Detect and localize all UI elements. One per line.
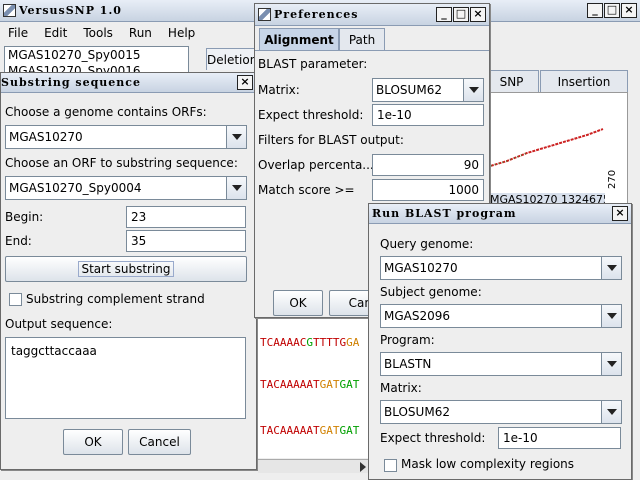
list-item[interactable]: MGAS10270_Spy0015	[5, 47, 188, 63]
sequence-row: TCAAAACGTTTTGGA	[260, 336, 360, 349]
menu-file[interactable]: File	[0, 26, 36, 40]
snp-plot: MGAS10270 1324675 270	[486, 92, 628, 212]
sequence-panel: TCAAAACGTTTTGGA TACAAAAATGATGAT TACAAAAA…	[258, 318, 368, 458]
complement-label: Substring complement strand	[26, 292, 205, 306]
query-genome-label: Query genome:	[380, 237, 474, 251]
orf-select[interactable]: MGAS10270_Spy0004	[5, 176, 247, 200]
end-field[interactable]: 35	[126, 230, 246, 252]
run-blast-dialog: Run BLAST program × Query genome: MGAS10…	[368, 203, 632, 480]
minimize-icon[interactable]: _	[587, 3, 603, 18]
app-icon	[258, 8, 271, 21]
sequence-scrollbar[interactable]	[258, 459, 368, 473]
tab-snp[interactable]: SNP	[484, 70, 539, 92]
blast-titlebar[interactable]: Run BLAST program ×	[369, 204, 631, 224]
close-icon[interactable]: ×	[237, 75, 253, 90]
begin-field[interactable]: 23	[126, 206, 246, 228]
menu-run[interactable]: Run	[121, 26, 160, 40]
blast-title: Run BLAST program	[372, 207, 517, 220]
subject-genome-label: Subject genome:	[380, 285, 482, 299]
orf-list[interactable]: MGAS10270_Spy0015 MGAS10270_Spy0016	[4, 46, 189, 74]
blast-param-label: BLAST parameter:	[258, 57, 368, 71]
dropdown-arrow-icon[interactable]	[601, 353, 621, 375]
dropdown-arrow-icon[interactable]	[601, 401, 621, 423]
tab-path[interactable]: Path	[339, 28, 385, 50]
pref-ok-button[interactable]: OK	[273, 290, 323, 316]
app-icon	[3, 4, 16, 17]
mask-checkbox[interactable]	[384, 459, 397, 472]
blast-expect-label: Expect threshold:	[380, 431, 486, 445]
blast-matrix-label: Matrix:	[380, 381, 422, 395]
maximize-icon[interactable]: □	[604, 3, 620, 18]
subject-genome-select[interactable]: MGAS2096	[380, 304, 622, 328]
tab-panel-border	[255, 50, 489, 51]
begin-label: Begin:	[5, 210, 44, 224]
output-sequence[interactable]: taggcttaccaaa	[5, 337, 246, 419]
program-select[interactable]: BLASTN	[380, 352, 622, 376]
plot-axis-label: 270	[607, 169, 618, 189]
close-icon[interactable]: ×	[470, 7, 486, 22]
complement-checkbox[interactable]	[9, 293, 22, 306]
genome-select[interactable]: MGAS10270	[5, 125, 247, 149]
pref-expect-field[interactable]: 1e-10	[372, 104, 484, 126]
ok-button[interactable]: OK	[63, 429, 123, 455]
preferences-title: Preferences	[274, 8, 359, 21]
orf-label: Choose an ORF to substring sequence:	[5, 156, 238, 170]
substring-titlebar[interactable]: Substring sequence ×	[1, 73, 256, 93]
maximize-icon[interactable]: □	[453, 7, 469, 22]
preferences-titlebar[interactable]: Preferences _ □ ×	[255, 4, 489, 26]
overlap-field[interactable]: 90	[372, 154, 484, 176]
match-score-label: Match score >=	[258, 183, 355, 197]
menu-tools[interactable]: Tools	[75, 26, 121, 40]
main-title: VersusSNP 1.0	[19, 4, 122, 17]
dropdown-arrow-icon[interactable]	[601, 257, 621, 279]
cancel-button[interactable]: Cancel	[128, 429, 191, 455]
dropdown-arrow-icon[interactable]	[463, 79, 483, 101]
genome-label: Choose a genome contains ORFs:	[5, 105, 207, 119]
tab-insertion[interactable]: Insertion	[540, 70, 628, 92]
tab-alignment[interactable]: Alignment	[259, 28, 339, 50]
menu-help[interactable]: Help	[160, 26, 203, 40]
query-genome-select[interactable]: MGAS10270	[380, 256, 622, 280]
minimize-icon[interactable]: _	[436, 7, 452, 22]
pref-matrix-select[interactable]: BLOSUM62	[372, 78, 484, 102]
match-score-field[interactable]: 1000	[372, 179, 484, 201]
tab-deletion[interactable]: Deletion	[206, 48, 258, 70]
filters-label: Filters for BLAST output:	[258, 133, 404, 147]
sequence-row: TACAAAAATGATGAT	[260, 378, 360, 391]
blast-expect-field[interactable]: 1e-10	[498, 427, 621, 449]
overlap-label: Overlap percenta...	[258, 158, 374, 172]
start-substring-button[interactable]: Start substring	[5, 256, 247, 282]
substring-dialog: Substring sequence × Choose a genome con…	[0, 72, 257, 470]
output-label: Output sequence:	[5, 317, 113, 331]
substring-title: Substring sequence	[1, 76, 141, 89]
sequence-row: TACAAAAATGATGAT	[260, 424, 360, 437]
dropdown-arrow-icon[interactable]	[601, 305, 621, 327]
program-label: Program:	[380, 333, 435, 347]
menu-edit[interactable]: Edit	[36, 26, 75, 40]
close-icon[interactable]: ×	[612, 206, 628, 221]
dropdown-arrow-icon[interactable]	[226, 126, 246, 148]
scroll-right-icon[interactable]	[360, 462, 366, 472]
mask-label: Mask low complexity regions	[401, 457, 575, 471]
close-icon[interactable]: ×	[621, 3, 637, 18]
end-label: End:	[5, 234, 32, 248]
dropdown-arrow-icon[interactable]	[226, 177, 246, 199]
blast-matrix-select[interactable]: BLOSUM62	[380, 400, 622, 424]
expect-threshold-label: Expect threshold:	[258, 108, 364, 122]
matrix-label: Matrix:	[258, 83, 300, 97]
